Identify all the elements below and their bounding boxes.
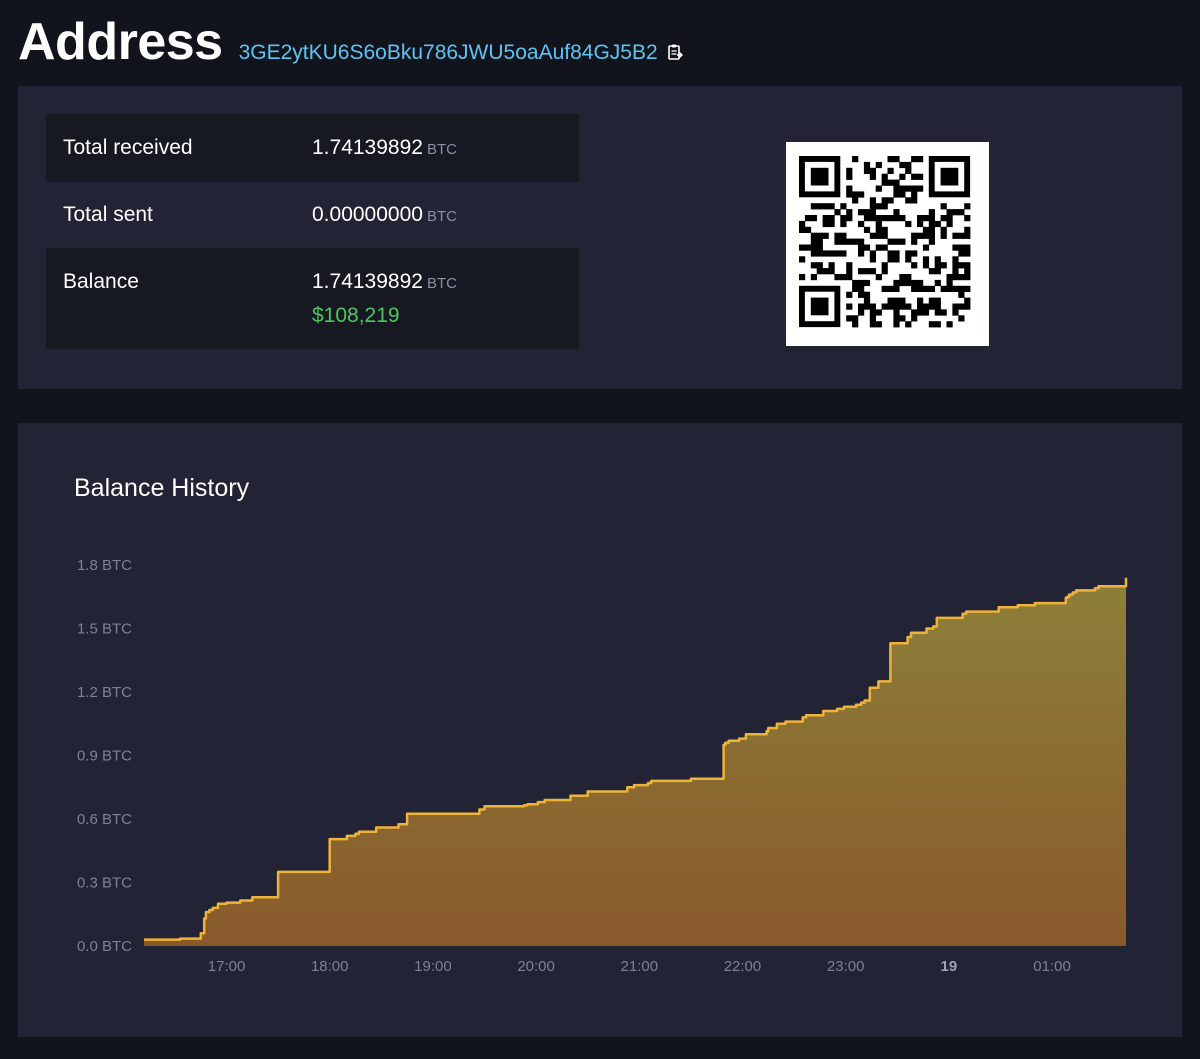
total-sent-label: Total sent [63,203,153,226]
balance-history-chart: 0.0 BTC 0.3 BTC 0.6 BTC 0.9 BTC 1.2 BTC 1.5 B… [77,557,1128,975]
balance-row: Balance 1.74139892 BTC $108,219 [46,248,579,349]
balance-area [144,577,1126,946]
unit-label: BTC [426,275,457,292]
balance-label: Balance [63,270,139,293]
y-tick-label: 1.2 BTC [77,684,132,701]
unit-label: BTC [426,208,457,225]
y-tick-label: 1.8 BTC [77,557,132,574]
total-received-value: 1.74139892 [312,136,423,159]
y-tick-label: 0.9 BTC [77,748,132,765]
address-summary-card: Total received 1.74139892 BTC Total sent … [18,86,1182,389]
y-tick-label: 0.6 BTC [77,811,132,828]
page: Address 3GE2ytKU6S6oBku786JWU5oaAuf84GJ5… [0,0,1200,1059]
copy-icon[interactable] [666,43,684,61]
y-tick-label: 1.5 BTC [77,621,132,638]
total-received-row: Total received 1.74139892 BTC [46,114,579,182]
total-received-label: Total received [63,136,193,159]
page-header: Address 3GE2ytKU6S6oBku786JWU5oaAuf84GJ5… [18,12,684,78]
x-tick-label: 19 [941,958,958,975]
unit-label: BTC [426,141,457,158]
x-tick-label: 23:00 [827,958,865,975]
address-link[interactable]: 3GE2ytKU6S6oBku786JWU5oaAuf84GJ5B2 [239,41,658,65]
qr-code [786,142,989,346]
total-sent-value: 0.00000000 [312,203,423,226]
x-tick-label: 21:00 [621,958,659,975]
x-tick-label: 17:00 [208,958,246,975]
balance-value: 1.74139892 [312,270,423,293]
x-tick-label: 01:00 [1033,958,1071,975]
x-tick-label: 22:00 [724,958,762,975]
y-tick-label: 0.0 BTC [77,938,132,955]
x-tick-label: 20:00 [517,958,555,975]
page-title: Address [18,13,223,71]
balance-history-card: Balance History 0.0 BTC 0.3 BTC 0.6 BTC 0.9… [18,423,1182,1037]
total-sent-row: Total sent 0.00000000 BTC [46,182,579,248]
balance-usd: $108,219 [312,304,400,327]
x-tick-label: 18:00 [311,958,349,975]
stats-table: Total received 1.74139892 BTC Total sent … [46,114,579,349]
x-tick-label: 19:00 [414,958,452,975]
y-tick-label: 0.3 BTC [77,875,132,892]
